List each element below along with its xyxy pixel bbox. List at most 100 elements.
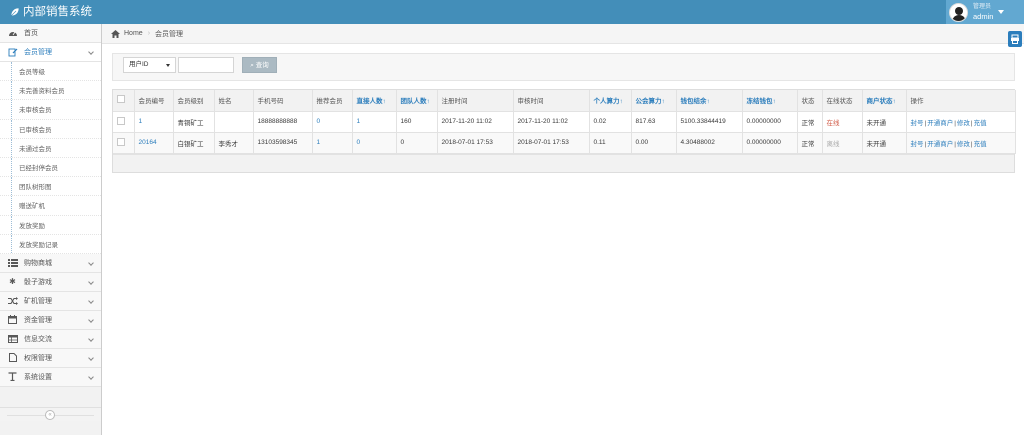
sidebar-subitem-gift-miner[interactable]: 赠送矿机 (0, 196, 101, 216)
app-brand[interactable]: 内部销售系统 (10, 4, 92, 20)
referrer-link[interactable]: 1 (317, 139, 321, 146)
user-edit-icon (7, 47, 18, 57)
row-checkbox[interactable] (117, 116, 125, 125)
cell-member-level: 白银矿工 (173, 132, 215, 154)
asterisk-icon: ✱ (9, 277, 16, 287)
cell-merchant-status: 未开通 (862, 132, 907, 154)
col-personal-hashrate[interactable]: 个人算力↑ (589, 90, 632, 112)
table-row: 20164 白银矿工 李秀才 13103598345 1 0 0 2018-07… (113, 132, 1016, 154)
recharge-link[interactable]: 充值 (974, 141, 987, 148)
cell-status: 正常 (797, 111, 823, 133)
sidebar-subitem-member-level[interactable]: 会员等级 (0, 62, 101, 82)
shuffle-icon (7, 296, 18, 306)
search-button[interactable]: ⌕ 查询 (242, 57, 277, 73)
chevron-down-icon (88, 317, 94, 323)
sidebar-subitem-team-tree[interactable]: 团队树形图 (0, 177, 101, 197)
cell-team-count: 160 (396, 111, 438, 133)
cell-wallet-balance: 5100.33844419 (676, 111, 743, 133)
file-icon (7, 353, 18, 363)
sidebar: 首页 会员管理 会员等级 未完善资料会员 未审核会员 已审核会员 未通过会员 已… (0, 24, 102, 435)
filter-bar: 用户ID ⌕ 查询 (112, 53, 1015, 81)
direct-count-link[interactable]: 1 (357, 118, 361, 125)
cell-merchant-status: 未开通 (862, 111, 907, 133)
col-online-status: 在线状态 (822, 90, 863, 112)
breadcrumb-current: 会员管理 (155, 30, 184, 38)
user-welcome: 管理员 (973, 4, 992, 10)
sidebar-item-funds[interactable]: 资金管理 (0, 310, 101, 330)
member-id-link[interactable]: 1 (139, 118, 143, 125)
sidebar-item-settings[interactable]: 系统设置 (0, 367, 101, 387)
home-icon (111, 29, 120, 38)
search-button-label: 查询 (255, 62, 269, 69)
cell-online-status: 在线 (822, 111, 863, 133)
open-merchant-link[interactable]: 开通商户 (927, 120, 953, 127)
chevron-down-icon (88, 49, 94, 55)
search-field-select[interactable]: 用户ID (123, 57, 176, 73)
sidebar-subitem-reviewed-members[interactable]: 已审核会员 (0, 119, 101, 139)
col-guild-hashrate[interactable]: 公会算力↑ (631, 90, 677, 112)
referrer-link[interactable]: 0 (317, 118, 321, 125)
member-id-link[interactable]: 20164 (139, 139, 157, 146)
cell-direct-count: 0 (352, 132, 397, 154)
chevron-down-icon (88, 298, 94, 304)
edit-link[interactable]: 修改 (957, 120, 970, 127)
top-navbar: 内部销售系统 管理员 admin (0, 0, 1024, 24)
cell-referrer: 1 (312, 132, 353, 154)
row-checkbox[interactable] (117, 137, 125, 146)
members-table-container: 会员编号 会员级别 姓名 手机号码 推荐会员 直接人数↑ 团队人数↑ 注册时间 … (112, 89, 1016, 173)
dashboard-icon (7, 28, 18, 38)
search-icon: ⌕ (250, 62, 254, 69)
user-menu[interactable]: 管理员 admin (946, 0, 1024, 24)
sidebar-item-messages[interactable]: 信息交流 (0, 329, 101, 349)
col-merchant-status[interactable]: 商户状态↑ (862, 90, 907, 112)
sidebar-subitem-rejected-members[interactable]: 未通过会员 (0, 138, 101, 158)
sidebar-item-dice-game[interactable]: ✱ 骰子游戏 (0, 272, 101, 292)
sidebar-item-label: 权限管理 (24, 354, 52, 362)
cell-phone: 18888888888 (253, 111, 313, 133)
sidebar-item-label: 骰子游戏 (24, 278, 52, 286)
direct-count-link[interactable]: 0 (357, 139, 361, 146)
dropdown-arrow-icon (166, 64, 170, 67)
list-icon (7, 258, 18, 268)
col-audit-time: 审核时间 (513, 90, 590, 112)
sidebar-item-permissions[interactable]: 权限管理 (0, 348, 101, 368)
select-value: 用户ID (129, 61, 149, 68)
cell-frozen-wallet: 0.00000000 (742, 111, 798, 133)
sidebar-collapse-bar: « (0, 407, 101, 421)
cell-frozen-wallet: 0.00000000 (742, 132, 798, 154)
cell-personal-hashrate: 0.02 (589, 111, 632, 133)
sidebar-item-label: 信息交流 (24, 335, 52, 343)
sidebar-item-home[interactable]: 首页 (0, 24, 101, 43)
select-all-cell (113, 90, 135, 112)
breadcrumb: Home › 会员管理 (102, 24, 1024, 44)
avatar (949, 2, 968, 22)
table-header-row: 会员编号 会员级别 姓名 手机号码 推荐会员 直接人数↑ 团队人数↑ 注册时间 … (113, 90, 1016, 112)
col-direct-count[interactable]: 直接人数↑ (352, 90, 397, 112)
breadcrumb-home-link[interactable]: Home (124, 30, 143, 37)
open-merchant-link[interactable]: 开通商户 (927, 141, 953, 148)
double-chevron-left-icon[interactable]: « (45, 410, 55, 420)
sidebar-item-miner-management[interactable]: 矿机管理 (0, 291, 101, 311)
select-all-checkbox[interactable] (117, 95, 125, 104)
sidebar-subitem-reward-records[interactable]: 发放奖励记录 (0, 234, 101, 254)
sidebar-item-members[interactable]: 会员管理 (0, 43, 101, 62)
col-wallet-balance[interactable]: 钱包结余↑ (676, 90, 743, 112)
table-icon (7, 334, 18, 344)
cell-guild-hashrate: 817.63 (631, 111, 677, 133)
search-input[interactable] (178, 57, 234, 73)
ban-link[interactable]: 封号 (911, 120, 924, 127)
cell-actions: 封号|开通商户|修改|充值 (906, 111, 1016, 133)
sidebar-subitem-unreviewed-members[interactable]: 未审核会员 (0, 100, 101, 120)
edit-link[interactable]: 修改 (957, 141, 970, 148)
sidebar-subitem-issue-reward[interactable]: 发放奖励 (0, 215, 101, 235)
cell-wallet-balance: 4.30488002 (676, 132, 743, 154)
sidebar-subitem-incomplete-members[interactable]: 未完善资料会员 (0, 81, 101, 101)
sidebar-subitem-banned-members[interactable]: 已经封停会员 (0, 157, 101, 178)
sidebar-item-shop[interactable]: 购物商城 (0, 253, 101, 273)
col-frozen-wallet[interactable]: 冻结钱包↑ (742, 90, 798, 112)
ban-link[interactable]: 封号 (911, 141, 924, 148)
recharge-link[interactable]: 充值 (974, 120, 987, 127)
print-icon[interactable] (1008, 31, 1022, 47)
chevron-down-icon (88, 260, 94, 266)
col-team-count[interactable]: 团队人数↑ (396, 90, 438, 112)
